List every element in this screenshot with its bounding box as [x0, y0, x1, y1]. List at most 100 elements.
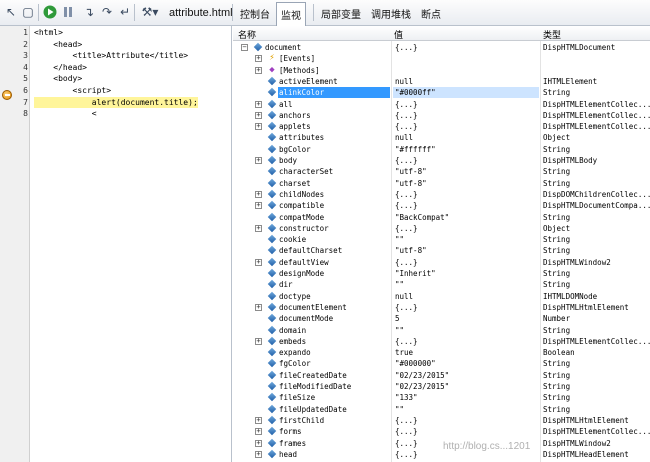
watch-row[interactable]: + frames {...} DispHTMLWindow2 [233, 438, 650, 449]
expand-icon[interactable]: + [255, 450, 262, 458]
watch-row[interactable]: + ◆ [Methods] [233, 65, 650, 76]
watch-value[interactable]: {...} [393, 426, 539, 437]
watch-row[interactable]: + constructor {...} Object [233, 223, 650, 234]
source-pane[interactable]: 1 <html> 2 <head> 3 <title>Attribute</title… [0, 26, 232, 462]
expand-icon[interactable]: + [255, 100, 262, 108]
watch-value[interactable]: "utf-8" [393, 178, 539, 189]
expand-icon[interactable]: + [255, 66, 262, 74]
watch-value[interactable]: "" [393, 279, 539, 290]
collapse-icon[interactable]: − [241, 44, 248, 51]
watch-pane[interactable]: 名称 值 类型 − document {...} DispHTMLDocument + ⚡… [233, 26, 650, 462]
step-out-icon[interactable]: ↵ [116, 3, 134, 21]
watch-value[interactable]: "Inherit" [393, 268, 539, 279]
breakpoint-current-icon[interactable] [2, 90, 12, 100]
watch-row[interactable]: compatMode "BackCompat" String [233, 212, 650, 223]
watch-value[interactable]: {...} [393, 223, 539, 234]
watch-value[interactable]: "BackCompat" [393, 212, 539, 223]
expand-icon[interactable]: + [255, 224, 262, 232]
watch-value[interactable]: {...} [393, 302, 539, 313]
watch-row[interactable]: + compatible {...} DispHTMLDocumentCompa... [233, 200, 650, 211]
expand-icon[interactable]: + [255, 157, 262, 164]
watch-value[interactable]: {...} [393, 99, 539, 110]
watch-value[interactable]: "02/23/2015" [393, 381, 539, 392]
pause-icon[interactable] [59, 3, 77, 21]
watch-value[interactable] [393, 53, 539, 64]
watch-value[interactable]: "" [393, 404, 539, 415]
watch-value[interactable]: {...} [393, 189, 539, 200]
watch-value[interactable]: "utf-8" [393, 166, 539, 177]
column-header-name[interactable]: 名称 [238, 28, 256, 41]
watch-value[interactable]: null [393, 291, 539, 302]
watch-value[interactable]: {...} [393, 42, 539, 53]
watch-value[interactable]: "" [393, 234, 539, 245]
file-tab[interactable]: attribute.html [163, 1, 239, 24]
tab-locals[interactable]: 局部变量 [318, 1, 364, 25]
watch-value[interactable]: true [393, 347, 539, 358]
watch-value[interactable]: "133" [393, 392, 539, 403]
watch-row[interactable]: charset "utf-8" String [233, 178, 650, 189]
watch-row[interactable]: + childNodes {...} DispDOMChildrenCollec... [233, 189, 650, 200]
watch-row[interactable]: fgColor "#000000" String [233, 358, 650, 369]
watch-row[interactable]: attributes null Object [233, 132, 650, 143]
watch-row[interactable]: alinkColor "#0000ff" String [233, 87, 650, 99]
watch-value[interactable]: "02/23/2015" [393, 370, 539, 381]
watch-value[interactable]: "#000000" [393, 358, 539, 369]
watch-row[interactable]: defaultCharset "utf-8" String [233, 245, 650, 256]
tab-watch[interactable]: 监视 [276, 2, 306, 26]
watch-row[interactable]: fileSize "133" String [233, 392, 650, 403]
column-header-type[interactable]: 类型 [543, 28, 561, 41]
watch-value[interactable]: {...} [393, 415, 539, 426]
watch-value[interactable]: 5 [393, 313, 539, 324]
expand-icon[interactable]: + [255, 202, 262, 210]
watch-row[interactable]: − document {...} DispHTMLDocument [233, 42, 650, 53]
watch-row[interactable]: fileCreatedDate "02/23/2015" String [233, 370, 650, 381]
watch-row[interactable]: + defaultView {...} DispHTMLWindow2 [233, 257, 650, 268]
watch-row[interactable]: bgColor "#ffffff" String [233, 144, 650, 155]
tab-breakpoints[interactable]: 断点 [418, 1, 444, 25]
watch-row[interactable]: + forms {...} DispHTMLElementCollec... [233, 426, 650, 437]
step-over-icon[interactable]: ↷ [98, 3, 116, 21]
watch-value[interactable] [393, 65, 539, 76]
tab-console[interactable]: 控制台 [236, 1, 274, 25]
expand-icon[interactable]: + [255, 111, 262, 119]
watch-row[interactable]: cookie "" String [233, 234, 650, 245]
expand-icon[interactable]: + [255, 258, 262, 266]
watch-value[interactable]: {...} [393, 121, 539, 132]
watch-row[interactable]: + anchors {...} DispHTMLElementCollec... [233, 110, 650, 121]
watch-value[interactable]: "utf-8" [393, 245, 539, 256]
expand-icon[interactable]: + [255, 428, 262, 436]
watch-row[interactable]: dir "" String [233, 279, 650, 290]
expand-icon[interactable]: + [255, 337, 262, 345]
watch-row[interactable]: + all {...} DispHTMLElementCollec... [233, 99, 650, 110]
expand-icon[interactable]: + [255, 439, 262, 447]
watch-row[interactable]: doctype null IHTMLDOMNode [233, 291, 650, 302]
watch-value[interactable]: "#0000ff" [393, 87, 539, 99]
watch-value[interactable]: {...} [393, 336, 539, 347]
watch-value[interactable]: {...} [393, 257, 539, 268]
tab-call-stack[interactable]: 调用堆栈 [368, 1, 414, 25]
watch-row[interactable]: activeElement null IHTMLElement [233, 76, 650, 87]
watch-row[interactable]: + embeds {...} DispHTMLElementCollec... [233, 336, 650, 347]
watch-row[interactable]: expando true Boolean [233, 347, 650, 358]
watch-row[interactable]: domain "" String [233, 325, 650, 336]
watch-value[interactable]: {...} [393, 200, 539, 211]
watch-value[interactable]: "" [393, 325, 539, 336]
expand-icon[interactable]: + [255, 123, 262, 131]
continue-icon[interactable] [41, 3, 59, 21]
expand-icon[interactable]: + [255, 55, 262, 63]
watch-value[interactable]: "#ffffff" [393, 144, 539, 155]
watch-row[interactable]: + documentElement {...} DispHTMLHtmlElement [233, 302, 650, 313]
watch-row[interactable]: + ⚡ [Events] [233, 53, 650, 64]
watch-row[interactable]: + firstChild {...} DispHTMLHtmlElement [233, 415, 650, 426]
step-icon[interactable]: ▢ [19, 3, 37, 21]
watch-row[interactable]: + head {...} DispHTMLHeadElement [233, 449, 650, 460]
watch-row[interactable]: fileUpdatedDate "" String [233, 404, 650, 415]
watch-row[interactable]: characterSet "utf-8" String [233, 166, 650, 177]
watch-value[interactable]: null [393, 132, 539, 143]
watch-row[interactable]: + applets {...} DispHTMLElementCollec... [233, 121, 650, 132]
watch-row[interactable]: fileModifiedDate "02/23/2015" String [233, 381, 650, 392]
watch-value[interactable]: {...} [393, 155, 539, 166]
watch-row[interactable]: documentMode 5 Number [233, 313, 650, 324]
expand-icon[interactable]: + [255, 303, 262, 311]
watch-row[interactable]: designMode "Inherit" String [233, 268, 650, 279]
